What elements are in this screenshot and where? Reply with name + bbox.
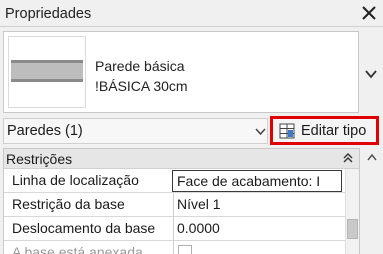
edit-type-icon <box>279 123 295 139</box>
selection-filter-dropdown[interactable]: Paredes (1) <box>3 118 268 144</box>
selection-filter-row: Paredes (1) Editar tipo <box>0 116 383 146</box>
property-name: Deslocamento da base <box>12 220 156 236</box>
panel-title: Propriedades <box>5 6 92 22</box>
property-grid: Restrições Linha de localização Face de … <box>3 148 360 254</box>
chevron-down-icon[interactable] <box>362 56 380 96</box>
group-label: Restrições <box>6 151 73 167</box>
chevron-down-icon <box>255 128 266 136</box>
panel-scrollbar[interactable] <box>362 148 382 254</box>
property-value[interactable]: 0.0000 <box>177 220 220 236</box>
property-row-base-attached[interactable]: A base está anexada <box>4 241 359 254</box>
wall-preview-fill <box>11 63 83 79</box>
selection-filter-value: Paredes (1) <box>7 123 83 139</box>
property-row-base-offset[interactable]: Deslocamento da base 0.0000 <box>4 217 359 241</box>
type-preview-image <box>8 36 86 108</box>
type-name: !BÁSICA 30cm <box>95 78 188 94</box>
type-selector[interactable]: Parede básica !BÁSICA 30cm <box>0 28 383 115</box>
property-name: Linha de localização <box>12 172 139 188</box>
property-value: Face de acabamento: I <box>177 173 321 189</box>
column-separator <box>173 241 174 254</box>
scrollbar-thumb[interactable] <box>347 219 358 239</box>
scroll-up-icon[interactable] <box>366 152 378 162</box>
column-separator <box>173 217 174 241</box>
wall-preview-bottom-line <box>11 79 83 82</box>
close-icon[interactable] <box>358 2 380 24</box>
column-separator <box>173 193 174 217</box>
property-value[interactable]: Nível 1 <box>177 196 221 212</box>
base-attached-checkbox[interactable] <box>178 245 192 254</box>
property-name: A base está anexada <box>12 244 143 254</box>
group-header-constraints[interactable]: Restrições <box>4 149 359 169</box>
type-family-name: Parede básica <box>95 58 185 74</box>
collapse-icon[interactable] <box>342 152 354 164</box>
location-line-dropdown[interactable]: Face de acabamento: I <box>172 170 342 192</box>
property-grid-scrollbar[interactable] <box>345 169 359 254</box>
type-selector-box[interactable]: Parede básica !BÁSICA 30cm <box>3 31 359 113</box>
properties-titlebar: Propriedades <box>0 0 383 27</box>
property-row-base-constraint[interactable]: Restrição da base Nível 1 <box>4 193 359 217</box>
property-row-location-line[interactable]: Linha de localização Face de acabamento:… <box>4 169 359 193</box>
edit-type-button[interactable]: Editar tipo <box>270 116 379 145</box>
edit-type-label: Editar tipo <box>301 123 367 139</box>
property-name: Restrição da base <box>12 196 125 212</box>
